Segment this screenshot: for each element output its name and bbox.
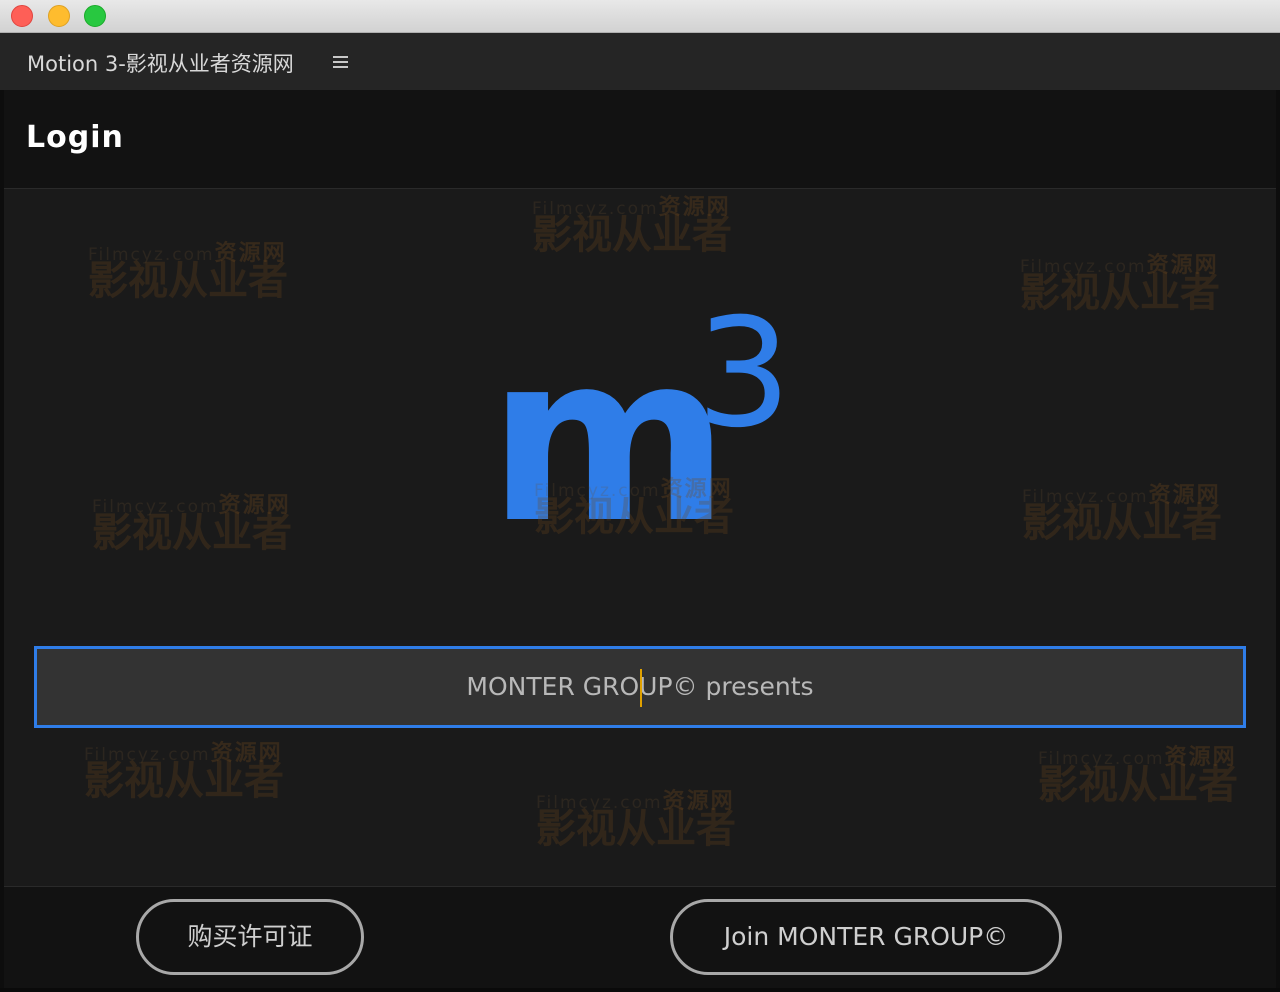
license-input[interactable]: MONTER GROUP© presents xyxy=(34,646,1246,728)
m3-logo: m 3 xyxy=(488,299,808,574)
login-header: Login xyxy=(4,90,1276,189)
watermark: Filmcyz.com资源网 影视从业者 xyxy=(536,789,736,852)
watermark: Filmcyz.com资源网 影视从业者 xyxy=(1038,745,1238,808)
watermark: Filmcyz.com资源网 影视从业者 xyxy=(1022,483,1222,546)
window-maximize-button[interactable] xyxy=(84,5,106,27)
app-window: Motion 3-影视从业者资源网 Login Filmcyz.com资源网 影… xyxy=(0,0,1280,992)
window-minimize-button[interactable] xyxy=(48,5,70,27)
watermark: Filmcyz.com资源网 影视从业者 xyxy=(532,195,732,258)
watermark: Filmcyz.com资源网 影视从业者 xyxy=(88,241,288,304)
watermark: Filmcyz.com资源网 影视从业者 xyxy=(92,493,292,556)
logo-letter: m xyxy=(488,304,730,574)
login-content: Filmcyz.com资源网 影视从业者 Filmcyz.com资源网 影视从业… xyxy=(4,189,1276,886)
window-titlebar xyxy=(0,0,1280,33)
login-footer: 购买许可证 Join MONTER GROUP© xyxy=(4,886,1276,989)
panel-title: Motion 3-影视从业者资源网 xyxy=(27,52,294,76)
window-close-button[interactable] xyxy=(11,5,33,27)
join-group-button[interactable]: Join MONTER GROUP© xyxy=(670,899,1062,975)
hamburger-menu-icon[interactable] xyxy=(333,55,351,69)
watermark: Filmcyz.com资源网 影视从业者 xyxy=(84,741,284,804)
buy-license-button[interactable]: 购买许可证 xyxy=(136,899,364,975)
window-edge-bottom xyxy=(0,988,1280,992)
text-caret xyxy=(640,669,642,707)
logo-superscript: 3 xyxy=(696,287,792,461)
window-edge-right xyxy=(1276,90,1280,988)
panel-header: Motion 3-影视从业者资源网 xyxy=(0,33,1280,90)
login-title: Login xyxy=(26,120,124,155)
watermark: Filmcyz.com资源网 影视从业者 xyxy=(1020,253,1220,316)
